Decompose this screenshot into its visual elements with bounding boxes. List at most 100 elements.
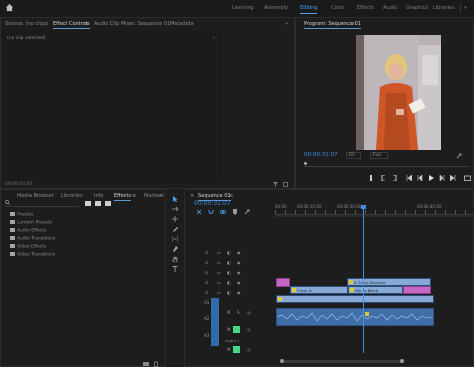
work-area-bar[interactable] bbox=[275, 215, 473, 217]
target-icon[interactable]: ▭ bbox=[217, 260, 221, 265]
voiceover-mic-icon[interactable]: ◎ bbox=[247, 327, 251, 332]
voiceover-mic-icon[interactable]: ◎ bbox=[247, 347, 251, 352]
mute-icon[interactable]: M bbox=[227, 310, 230, 315]
toggle-sync-lock-icon[interactable]: ◧ bbox=[227, 290, 231, 295]
wrench-icon[interactable] bbox=[456, 153, 462, 159]
folder-video-effects[interactable]: Video Effects bbox=[10, 244, 46, 250]
source-patch-column[interactable] bbox=[211, 298, 219, 346]
export-frame-icon[interactable] bbox=[464, 175, 471, 181]
program-playhead-marker[interactable] bbox=[304, 162, 307, 165]
playhead-handle[interactable] bbox=[361, 205, 366, 209]
more-workspaces-icon[interactable]: » bbox=[464, 5, 467, 11]
lock-icon[interactable]: ⊡ bbox=[205, 280, 208, 285]
toggle-sync-lock-icon[interactable]: ◧ bbox=[227, 250, 231, 255]
lock-icon[interactable]: ⊡ bbox=[205, 290, 208, 295]
add-marker-icon[interactable] bbox=[368, 175, 374, 181]
home-icon[interactable] bbox=[5, 3, 14, 12]
toggle-sync-lock-icon[interactable]: ◧ bbox=[227, 280, 231, 285]
new-bin-icon[interactable] bbox=[143, 362, 149, 366]
voiceover-mic-icon[interactable]: ◎ bbox=[247, 310, 251, 315]
solo-icon[interactable]: S bbox=[237, 347, 240, 352]
folder-audio-transitions[interactable]: Audio Transitions bbox=[10, 236, 55, 242]
workspace-learning[interactable]: Learning bbox=[232, 5, 254, 11]
program-mini-ruler[interactable] bbox=[304, 162, 470, 167]
selection-tool-icon[interactable] bbox=[172, 196, 178, 202]
lock-icon[interactable]: ⊡ bbox=[205, 270, 208, 275]
solo-icon[interactable]: S bbox=[237, 327, 240, 332]
scrollbar-handle-left[interactable] bbox=[280, 359, 284, 363]
target-icon[interactable]: ▭ bbox=[217, 280, 221, 285]
pen-tool-icon[interactable] bbox=[172, 246, 178, 252]
zoom-select[interactable]: Fit bbox=[346, 152, 362, 159]
timeline-close-icon[interactable]: × bbox=[190, 193, 194, 199]
tab-source[interactable]: Source: (no clips) bbox=[5, 21, 48, 27]
eye-icon[interactable]: ◉ bbox=[237, 290, 241, 295]
program-menu-icon[interactable]: ≡ bbox=[351, 21, 355, 27]
timeline-scrollbar[interactable] bbox=[280, 359, 404, 363]
step-forward-icon[interactable] bbox=[439, 175, 445, 181]
ripple-edit-tool-icon[interactable] bbox=[172, 216, 178, 222]
workspace-audio[interactable]: Audio bbox=[383, 5, 397, 11]
quality-select[interactable]: Full bbox=[370, 152, 388, 159]
yuv-effects-filter-icon[interactable] bbox=[105, 201, 111, 206]
tab-menu-icon[interactable]: ≡ bbox=[84, 21, 88, 27]
solo-icon[interactable]: S bbox=[237, 310, 240, 315]
step-back-icon[interactable] bbox=[417, 175, 423, 181]
program-timecode[interactable]: 00:00:31:07 bbox=[304, 152, 338, 158]
sequence-menu-icon[interactable]: ≡ bbox=[229, 193, 233, 199]
toggle-sync-lock-icon[interactable]: ◧ bbox=[227, 270, 231, 275]
tab-effects[interactable]: Effects bbox=[114, 193, 131, 201]
eye-icon[interactable]: ◉ bbox=[237, 260, 241, 265]
folder-lumetri-presets[interactable]: Lumetri Presets bbox=[10, 220, 52, 226]
workspace-libraries[interactable]: Libraries bbox=[433, 5, 455, 11]
snap-icon[interactable] bbox=[208, 209, 214, 215]
play-icon[interactable] bbox=[428, 175, 434, 181]
clip-v1-pink-end[interactable] bbox=[403, 286, 431, 294]
filter-icon[interactable] bbox=[273, 182, 278, 187]
clip-v2[interactable]: A Cross Dissolve bbox=[347, 278, 431, 286]
mark-in-icon[interactable] bbox=[380, 175, 386, 181]
nest-icon[interactable] bbox=[196, 209, 202, 215]
scrollbar-handle-right[interactable] bbox=[400, 359, 404, 363]
eye-icon[interactable]: ◉ bbox=[237, 250, 241, 255]
folder-presets[interactable]: Presets bbox=[10, 212, 33, 218]
toggle-sync-lock-icon[interactable]: ◧ bbox=[227, 260, 231, 265]
eye-icon[interactable]: ◉ bbox=[237, 280, 241, 285]
clip-v1-pink-start[interactable] bbox=[276, 278, 290, 287]
32bit-effects-filter-icon[interactable] bbox=[95, 201, 101, 206]
clip-a1[interactable] bbox=[276, 308, 434, 326]
slip-tool-icon[interactable] bbox=[172, 236, 178, 242]
clip-v1-a[interactable]: Cross D bbox=[290, 286, 348, 294]
time-ruler[interactable]: 00:00 00:00:15:00 00:00:30:00 00:00:45:0… bbox=[275, 204, 473, 215]
go-to-out-icon[interactable] bbox=[450, 175, 456, 181]
tab-info[interactable]: Info bbox=[94, 193, 103, 199]
tab-media-browser[interactable]: Media Browser bbox=[17, 193, 54, 199]
effects-menu-icon[interactable]: ≡ bbox=[132, 193, 136, 199]
accelerated-effects-filter-icon[interactable] bbox=[85, 201, 91, 206]
folder-video-transitions[interactable]: Video Transitions bbox=[10, 252, 55, 258]
mark-out-icon[interactable] bbox=[392, 175, 398, 181]
target-icon[interactable]: ▭ bbox=[217, 290, 221, 295]
timeline-settings-icon[interactable] bbox=[244, 209, 250, 215]
track-select-tool-icon[interactable] bbox=[172, 206, 178, 212]
clip-v1-main[interactable] bbox=[276, 295, 434, 303]
effects-overflow-icon[interactable]: » bbox=[159, 193, 162, 199]
workspace-effects[interactable]: Effects bbox=[357, 5, 374, 11]
clip-v1-b[interactable]: Dip to Black bbox=[348, 286, 403, 294]
lock-icon[interactable]: ⊡ bbox=[205, 250, 208, 255]
workspace-graphics[interactable]: Graphics bbox=[406, 5, 428, 11]
panel-expand-icon[interactable]: › bbox=[213, 35, 215, 41]
eye-icon[interactable]: ◉ bbox=[237, 270, 241, 275]
target-icon[interactable]: ▭ bbox=[217, 270, 221, 275]
go-to-in-icon[interactable] bbox=[406, 175, 412, 181]
export-icon[interactable] bbox=[283, 182, 288, 187]
workspace-assembly[interactable]: Assembly bbox=[264, 5, 288, 11]
workspace-editing[interactable]: Editing bbox=[300, 5, 318, 14]
tab-audio-clip-mixer[interactable]: Audio Clip Mixer: Sequence 01 bbox=[94, 21, 170, 27]
tab-libraries[interactable]: Libraries bbox=[61, 193, 83, 199]
folder-audio-effects[interactable]: Audio Effects bbox=[10, 228, 47, 234]
mute-icon[interactable]: M bbox=[227, 347, 230, 352]
target-icon[interactable]: ▭ bbox=[217, 250, 221, 255]
effects-search-input[interactable] bbox=[5, 200, 79, 207]
mute-icon[interactable]: M bbox=[227, 327, 230, 332]
